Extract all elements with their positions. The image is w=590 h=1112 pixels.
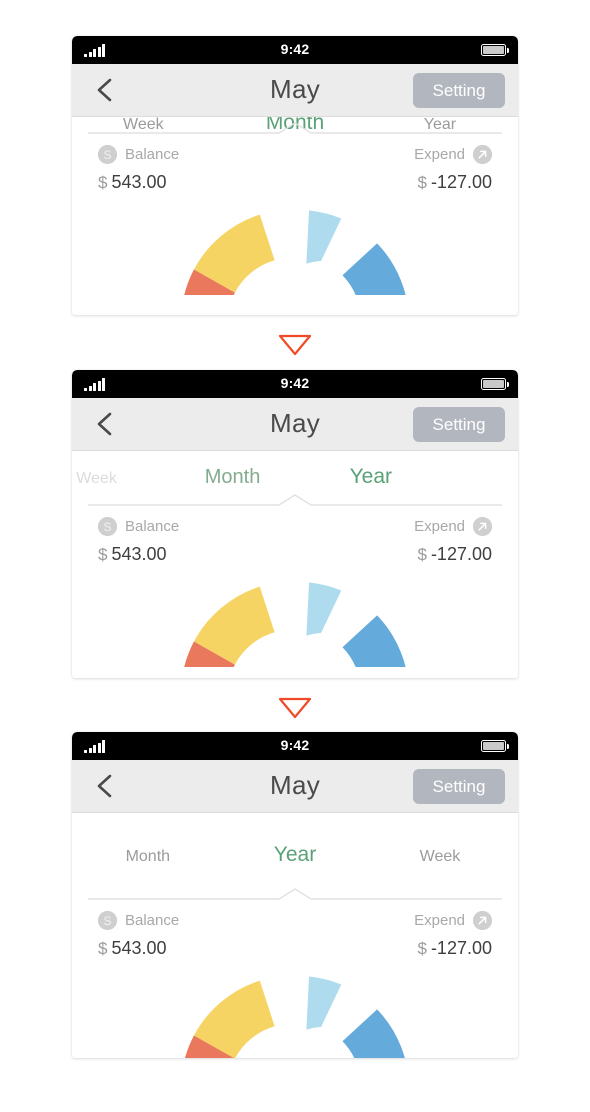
expend-amount: -127.00 [430,544,492,564]
balance-block: S Balance $543.00 [98,143,179,193]
card-body: Week Month Year S Balance $ 543.00 Expen… [72,451,518,667]
dollar-circle-icon: S [98,516,117,536]
svg-text:S: S [103,520,111,534]
phone-mockup-month-selected: 9:42 May Setting Week Month Year S Balan… [72,36,518,315]
expend-amount: -127.00 [430,172,492,192]
expend-value: $ -127.00 [414,938,492,959]
svg-text:S: S [103,148,111,162]
balance-value: $543.00 [98,172,179,193]
expend-label: Expend [414,911,465,929]
balance-value: $543.00 [98,938,179,959]
tab-indicator-rule [88,887,502,901]
balance-label: Balance [125,145,180,163]
status-bar: 9:42 [72,36,518,64]
donut-gauge-svg [181,209,409,295]
battery-icon [481,740,510,752]
status-bar: 9:42 [72,370,518,398]
expend-block: Expend $ -127.00 [414,909,492,959]
balance-block: S Balance $543.00 [98,515,179,565]
balance-block: S Balance $543.00 [98,909,179,959]
balance-currency: $ [98,173,108,192]
balance-amount: 543.00 [111,938,167,958]
tab-strip: Week Month Year [72,117,518,135]
arrow-up-right-circle-icon [473,910,492,930]
tab-year[interactable]: Year [274,844,316,865]
tab-month[interactable]: Month [205,467,261,487]
status-bar: 9:42 [72,732,518,760]
expend-block: Expend $ -127.00 [414,515,492,565]
balance-amount: 543.00 [111,544,167,564]
card-body: Week Month Year S Balance $ 543.00 Expen… [72,117,518,295]
tab-strip: Week Month Year [72,451,518,507]
dollar-circle-icon: S [98,144,117,164]
balance-label: Balance [125,911,180,929]
tab-indicator-rule [88,493,502,507]
nav-bar: May Setting [72,760,518,813]
setting-button[interactable]: Setting [413,73,505,108]
phone-mockup-mid-swipe: 9:42 May Setting Week Month Year S Balan… [72,370,518,678]
donut-gauge-svg [181,975,409,1058]
battery-icon [481,44,510,56]
tab-week[interactable]: Week [76,471,117,487]
summary-row: S Balance $543.00 Expend $ -127.00 [72,135,518,209]
balance-label: Balance [125,517,180,535]
expend-label: Expend [414,517,465,535]
status-time: 9:42 [280,41,310,57]
expend-value: $ -127.00 [414,544,492,565]
arrow-up-right-circle-icon [473,144,492,164]
expend-amount: -127.00 [430,938,492,958]
setting-button[interactable]: Setting [413,407,505,442]
nav-bar: May Setting [72,64,518,117]
donut-gauge-chart [72,209,518,295]
svg-text:S: S [103,914,111,928]
tab-strip: Month Year Week [72,813,518,901]
screenshot-stage: 9:42 May Setting Week Month Year S Balan… [0,0,590,1112]
phone-mockup-year-selected: 9:42 May Setting Month Year Week S Balan… [72,732,518,1058]
donut-gauge-chart [72,581,518,667]
donut-gauge-chart [72,975,518,1058]
tab-month[interactable]: Month [126,849,170,865]
expend-currency: $ [417,545,427,564]
triangle-down-icon [278,334,312,356]
arrow-up-right-circle-icon [473,516,492,536]
tab-year[interactable]: Year [350,466,392,487]
summary-row: S Balance $543.00 Expend $ -127.00 [72,507,518,581]
status-time: 9:42 [280,737,310,753]
balance-currency: $ [98,545,108,564]
card-body: Month Year Week S Balance $ 543.00 Expen… [72,813,518,1058]
expend-currency: $ [417,173,427,192]
dollar-circle-icon: S [98,910,117,930]
nav-bar: May Setting [72,398,518,451]
expend-currency: $ [417,939,427,958]
summary-row: S Balance $543.00 Expend $ -127.00 [72,901,518,975]
balance-currency: $ [98,939,108,958]
triangle-down-icon [278,697,312,719]
balance-amount: 543.00 [111,172,167,192]
status-time: 9:42 [280,375,310,391]
expend-label: Expend [414,145,465,163]
donut-gauge-svg [181,581,409,667]
tab-week[interactable]: Week [420,849,461,865]
expend-block: Expend $ -127.00 [414,143,492,193]
balance-value: $543.00 [98,544,179,565]
expend-value: $ -127.00 [414,172,492,193]
setting-button[interactable]: Setting [413,769,505,804]
tab-indicator-rule [88,121,502,135]
battery-icon [481,378,510,390]
